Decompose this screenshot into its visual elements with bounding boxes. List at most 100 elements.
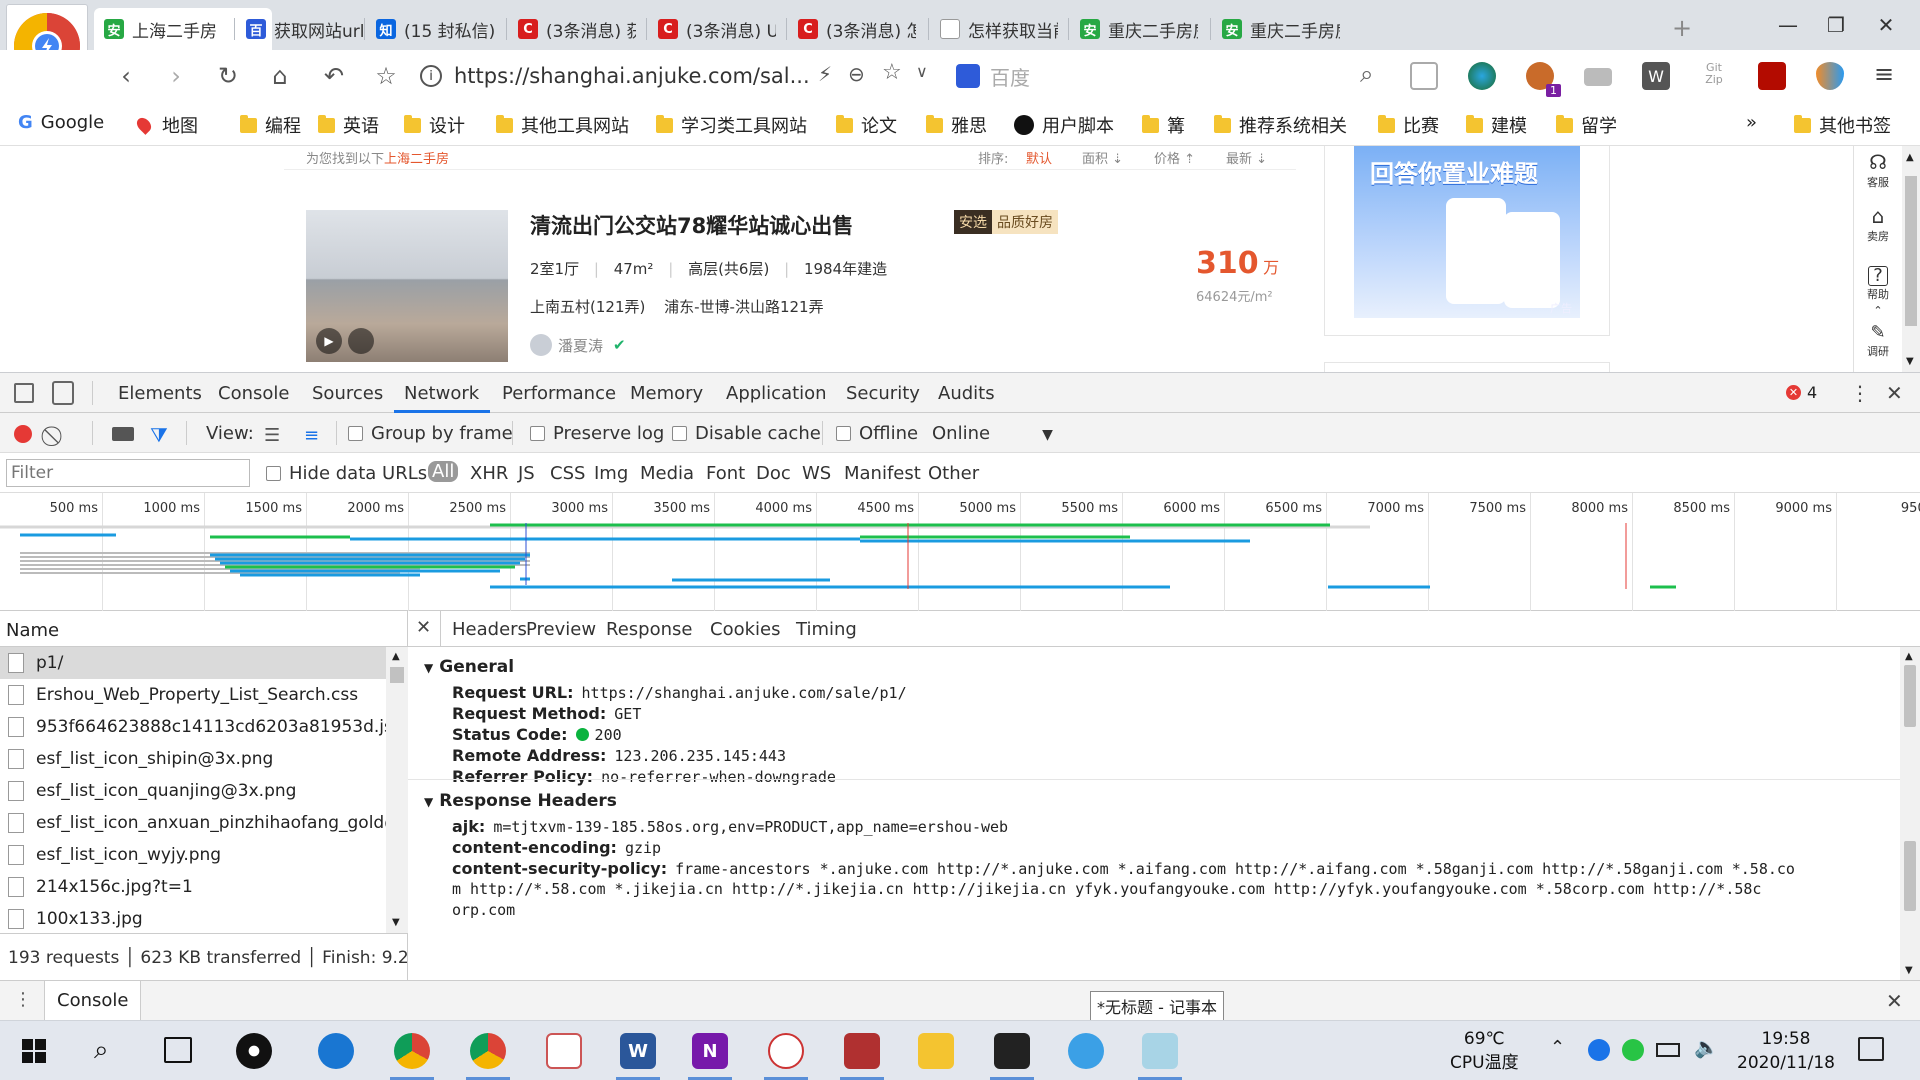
bookmark-item[interactable]: 雅思 [926, 112, 987, 138]
scroll-up-arrow[interactable]: ▲ [1905, 651, 1913, 662]
scroll-up-arrow[interactable]: ▲ [392, 651, 400, 662]
bookmark-item[interactable]: 编程 [240, 112, 301, 138]
device-toolbar-icon[interactable] [52, 381, 74, 405]
wechat-tray-icon[interactable] [1622, 1039, 1644, 1061]
browser-tab[interactable]: 百获取网站url_百 [236, 8, 374, 50]
scroll-thumb-secondary[interactable] [1904, 841, 1916, 911]
notepad-icon[interactable] [1142, 1033, 1178, 1069]
clock[interactable]: 19:58 2020/11/18 [1726, 1027, 1846, 1075]
devtools-menu-icon[interactable]: ⋮ [1850, 381, 1870, 405]
folder-extension-icon[interactable] [1584, 68, 1612, 86]
close-detail-icon[interactable]: ✕ [416, 617, 431, 638]
filter-type-other[interactable]: Other [928, 463, 979, 484]
request-list-scrollbar[interactable]: ▲ ▼ [386, 647, 408, 933]
devtools-tab-application[interactable]: Application [726, 383, 827, 404]
request-row[interactable]: Ershou_Web_Property_List_Search.css [0, 679, 386, 711]
close-devtools-icon[interactable]: ✕ [1886, 381, 1903, 405]
filter-type-media[interactable]: Media [640, 463, 694, 484]
battery-icon[interactable] [1656, 1043, 1680, 1057]
request-row[interactable]: esf_list_icon_anxuan_pinzhihaofang_gold@… [0, 807, 386, 839]
drawer-menu-icon[interactable]: ⋮ [14, 989, 32, 1010]
drawer-console-tab[interactable]: Console [44, 981, 142, 1021]
bookmark-item[interactable]: 留学 [1556, 112, 1617, 138]
word-icon[interactable]: W [620, 1033, 656, 1069]
hide-data-urls-checkbox[interactable]: Hide data URLs [266, 463, 427, 484]
general-section-toggle[interactable]: ▼ General [424, 657, 514, 677]
bookmark-item[interactable]: 论文 [836, 112, 897, 138]
waterfall-icon[interactable]: ≡ [304, 425, 319, 446]
browser-tab[interactable]: 怎样获取当前 [930, 8, 1068, 50]
response-headers-toggle[interactable]: ▼ Response Headers [424, 791, 617, 811]
scroll-down-arrow[interactable]: ▼ [392, 917, 400, 928]
detail-tab-timing[interactable]: Timing [796, 619, 857, 640]
preserve-log-checkbox[interactable]: Preserve log [530, 423, 664, 444]
filter-input[interactable] [6, 459, 250, 487]
filter-type-font[interactable]: Font [706, 463, 745, 484]
filter-type-img[interactable]: Img [594, 463, 628, 484]
bookmark-item[interactable]: 英语 [318, 112, 379, 138]
zoom-out-icon[interactable]: ⊖ [848, 62, 865, 86]
devtools-tab-sources[interactable]: Sources [312, 383, 383, 404]
filter-type-xhr[interactable]: XHR [470, 463, 508, 484]
ad-banner[interactable]: 回答你置业难题 广告 [1354, 146, 1580, 318]
inspect-element-icon[interactable] [14, 383, 34, 403]
app-pinwheel-icon[interactable] [236, 1033, 272, 1069]
sort-default[interactable]: 默认 [1026, 148, 1052, 167]
disable-cache-checkbox[interactable]: Disable cache [672, 423, 821, 444]
browser-tab[interactable]: C (3条消息) 获取 [508, 8, 646, 50]
name-column-header[interactable]: Name [0, 611, 408, 647]
detail-tab-headers[interactable]: Headers [452, 619, 527, 640]
home-icon[interactable]: ⌂ [264, 60, 296, 92]
word-extension-icon[interactable]: W [1642, 62, 1670, 90]
error-count[interactable]: ✕ 4 [1786, 383, 1817, 402]
onenote-icon[interactable]: N [692, 1033, 728, 1069]
sort-price[interactable]: 价格 ⇡ [1154, 148, 1195, 167]
devtools-tab-network[interactable]: Network [404, 383, 479, 404]
survey-tool[interactable]: ✎ 调研 [1854, 322, 1902, 359]
bookmark-item[interactable]: 篝 [1142, 112, 1185, 138]
shield-extension-icon[interactable] [1816, 62, 1844, 90]
xmind-icon[interactable] [844, 1033, 880, 1069]
edge-icon[interactable] [318, 1033, 354, 1069]
volume-icon[interactable]: 🔈 [1694, 1035, 1719, 1059]
detail-tab-cookies[interactable]: Cookies [710, 619, 780, 640]
close-drawer-icon[interactable]: ✕ [1886, 989, 1903, 1013]
bookmark-item[interactable]: 地图 [134, 112, 198, 138]
scroll-top-icon[interactable]: ⌃ [1854, 304, 1902, 317]
bookmark-item[interactable]: 建模 [1466, 112, 1527, 138]
filter-type-doc[interactable]: Doc [756, 463, 791, 484]
browser-tab[interactable]: 安重庆二手房房 [1070, 8, 1208, 50]
menu-icon[interactable]: ≡ [1874, 60, 1894, 88]
browser-tab[interactable]: 安重庆二手房房 [1212, 8, 1350, 50]
request-row[interactable]: 100x133.jpg [0, 903, 386, 935]
agent-info[interactable]: 潘夏涛 ✔ [530, 334, 626, 356]
devtools-tab-audits[interactable]: Audits [938, 383, 995, 404]
gitzip-icon[interactable]: Git Zip [1700, 62, 1728, 90]
request-row[interactable]: p1/ [0, 647, 386, 679]
bookmark-item[interactable]: 用户脚本 [1014, 112, 1114, 138]
reload-icon[interactable]: ↻ [212, 60, 244, 92]
notification-icon[interactable] [1858, 1037, 1884, 1061]
offline-checkbox[interactable]: Offline [836, 423, 918, 444]
devtools-tab-performance[interactable]: Performance [502, 383, 616, 404]
filter-type-ws[interactable]: WS [802, 463, 831, 484]
scroll-thumb[interactable] [1905, 176, 1917, 326]
bookmarks-more[interactable]: » [1746, 112, 1757, 133]
scroll-down-arrow[interactable]: ▼ [1905, 965, 1913, 976]
back-icon[interactable]: ‹ [110, 60, 142, 92]
throttling-select[interactable]: Online ▼ [932, 423, 1053, 444]
filter-funnel-icon[interactable]: ⧩ [150, 423, 168, 447]
windows-start-icon[interactable] [22, 1039, 46, 1063]
task-view-icon[interactable] [164, 1037, 192, 1063]
browser-tab[interactable]: 知 (15 封私信) 怎 [366, 8, 504, 50]
forward-icon[interactable]: › [160, 60, 192, 92]
listing-title[interactable]: 清流出门公交站78耀华站诚心出售 [530, 210, 853, 240]
pdf-extension-icon[interactable] [1758, 62, 1786, 90]
screenshot-camera-icon[interactable] [112, 427, 134, 441]
devtools-tab-console[interactable]: Console [218, 383, 289, 404]
sort-newest[interactable]: 最新 ⇣ [1226, 148, 1267, 167]
chrome-taskbar-icon[interactable] [394, 1033, 430, 1069]
listing-photo[interactable]: ▶ [306, 210, 508, 362]
scroll-thumb[interactable] [390, 667, 404, 683]
file-explorer-icon[interactable] [918, 1033, 954, 1069]
